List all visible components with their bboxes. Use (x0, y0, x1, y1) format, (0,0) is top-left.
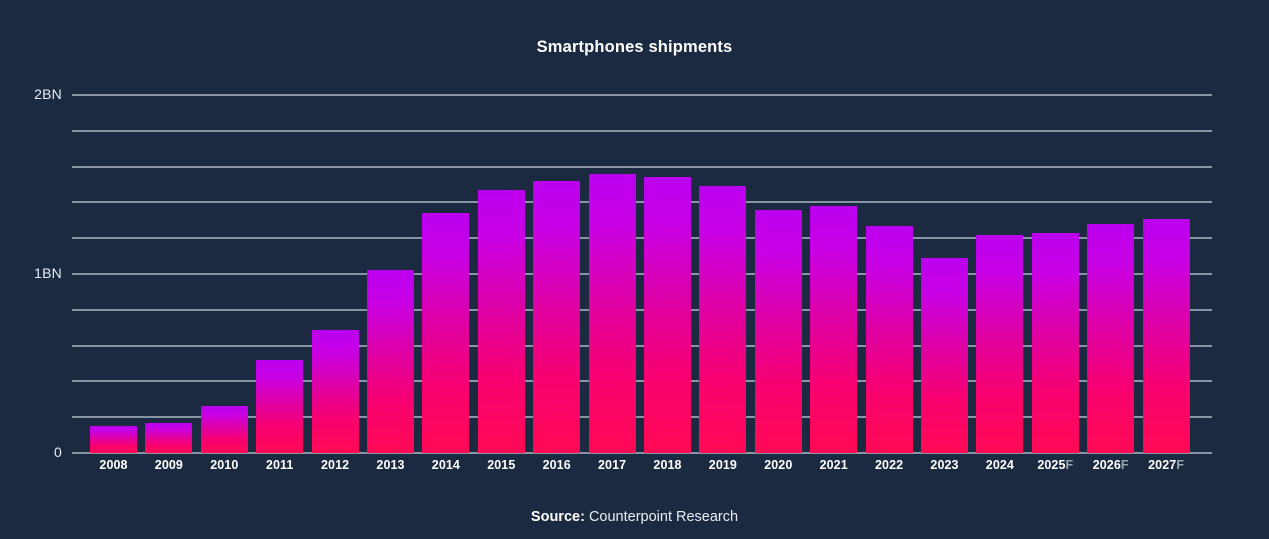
source-note: Source: Counterpoint Research (0, 509, 1269, 525)
bar[interactable] (1142, 218, 1190, 453)
bar[interactable] (367, 270, 414, 453)
x-axis-year: 2012 (320, 458, 350, 472)
x-axis-tick-label: 2023 (915, 458, 975, 472)
x-axis-tick-label: 2016 (527, 458, 587, 472)
x-axis-tick-label: 2012 (305, 458, 365, 472)
x-axis-tick-label: 2019 (693, 458, 753, 472)
x-axis-year: 2024 (985, 458, 1014, 472)
x-axis-tick-label: 2018 (638, 458, 698, 472)
forecast-suffix: F (1065, 458, 1074, 472)
bar[interactable] (200, 406, 248, 453)
x-axis-year: 2017 (597, 458, 627, 472)
x-axis-year: 2009 (154, 458, 183, 472)
bar[interactable] (256, 359, 304, 453)
x-axis-year: 2019 (708, 458, 737, 472)
x-axis-year: 2008 (99, 458, 128, 472)
x-axis-tick-label: 2025F (1025, 458, 1085, 472)
x-axis-tick-label: 2010 (194, 458, 254, 472)
bar[interactable] (1031, 232, 1079, 453)
x-axis-tick-label: 2017 (582, 458, 642, 472)
bar[interactable] (477, 189, 525, 453)
x-axis-tick-label: 2020 (748, 458, 808, 472)
bar[interactable] (533, 180, 581, 453)
bar[interactable] (976, 234, 1024, 453)
chart-container: Smartphones shipments 0 1BN 2BN 2008 2009 20… (0, 0, 1269, 539)
x-axis-year: 2010 (210, 458, 239, 472)
bar[interactable] (865, 225, 913, 453)
x-axis-year: 2022 (874, 458, 904, 472)
x-axis-year: 2020 (764, 458, 793, 472)
x-axis-tick-label: 2027F (1136, 458, 1196, 472)
source-value: Counterpoint Research (588, 509, 739, 525)
x-axis-tick-label: 2015 (471, 458, 531, 472)
bar[interactable] (644, 177, 691, 453)
x-axis-year: 2027 (1148, 458, 1177, 472)
x-axis-tick-label: 2026F (1081, 458, 1141, 472)
x-axis-tick-label: 2013 (361, 458, 421, 472)
bar[interactable] (1087, 223, 1135, 453)
x-axis-year: 2016 (542, 458, 571, 472)
bar[interactable] (810, 205, 858, 453)
bar[interactable] (921, 257, 968, 453)
x-axis-year: 2023 (930, 458, 959, 472)
x-axis-year: 2026 (1092, 458, 1121, 472)
bar[interactable] (90, 426, 137, 453)
x-axis-year: 2021 (819, 458, 848, 472)
x-axis-tick-label: 2021 (804, 458, 864, 472)
x-axis-tick-label: 2011 (250, 458, 310, 472)
x-axis-tick-label: 2009 (139, 458, 199, 472)
forecast-suffix: F (1176, 458, 1185, 472)
bar[interactable] (588, 173, 636, 453)
x-axis-year: 2018 (653, 458, 682, 472)
x-axis-year: 2013 (376, 458, 405, 472)
x-axis-tick-label: 2014 (416, 458, 476, 472)
x-axis-year: 2011 (265, 458, 294, 472)
bar[interactable] (145, 422, 193, 453)
bar[interactable] (422, 213, 470, 453)
bar[interactable] (699, 186, 747, 453)
x-axis-tick-label: 2008 (84, 458, 144, 472)
source-label: Source: (530, 509, 585, 525)
x-axis-tick-label: 2024 (970, 458, 1030, 472)
x-axis-tick-label: 2022 (859, 458, 919, 472)
bar[interactable] (311, 329, 359, 453)
forecast-suffix: F (1120, 458, 1129, 472)
x-axis-year: 2025 (1037, 458, 1066, 472)
x-axis-year: 2014 (431, 458, 460, 472)
bar[interactable] (754, 209, 802, 453)
x-axis-year: 2015 (487, 458, 516, 472)
